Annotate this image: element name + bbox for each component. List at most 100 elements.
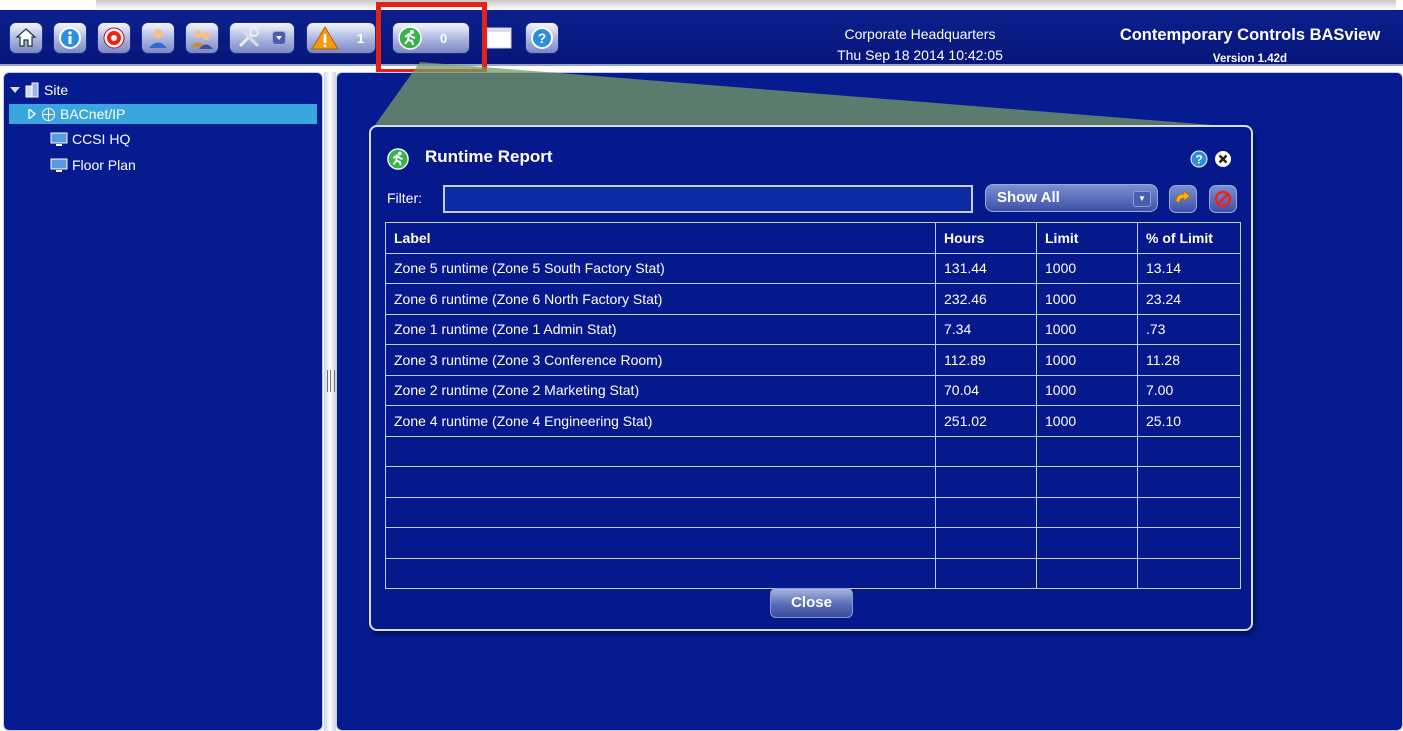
table-row[interactable] xyxy=(385,527,1241,559)
column-header-limit[interactable]: Limit xyxy=(1036,222,1138,254)
expand-down-icon xyxy=(10,87,20,93)
info-button[interactable] xyxy=(53,22,87,54)
tree-label: BACnet/IP xyxy=(60,106,126,122)
percent-cell: 25.10 xyxy=(1137,405,1241,437)
user-icon xyxy=(149,29,167,48)
select-value: Show All xyxy=(997,189,1060,206)
svg-text:?: ? xyxy=(1195,153,1202,167)
alarm-count: 1 xyxy=(357,30,365,46)
table-row[interactable]: Zone 5 runtime (Zone 5 South Factory Sta… xyxy=(385,252,1241,284)
users-icon xyxy=(191,30,213,49)
top-shadow xyxy=(96,0,1396,10)
filter-input[interactable] xyxy=(443,185,973,213)
percent-cell xyxy=(1137,435,1241,467)
table-row[interactable] xyxy=(385,496,1241,528)
close-button[interactable]: Close xyxy=(770,588,853,618)
tree-item-floor-plan[interactable]: Floor Plan xyxy=(50,155,136,175)
percent-cell: 7.00 xyxy=(1137,374,1241,406)
table-row[interactable] xyxy=(385,466,1241,498)
monitor-icon xyxy=(50,132,68,146)
table-row[interactable]: Zone 2 runtime (Zone 2 Marketing Stat) 70… xyxy=(385,374,1241,406)
hours-cell xyxy=(935,557,1037,589)
column-header-hours[interactable]: Hours xyxy=(935,222,1037,254)
network-icon xyxy=(41,107,56,121)
hours-cell: 70.04 xyxy=(935,374,1037,406)
percent-cell: .73 xyxy=(1137,313,1241,345)
label-cell: Zone 6 runtime (Zone 6 North Factory Sta… xyxy=(385,283,936,315)
column-header-percent[interactable]: % of Limit xyxy=(1137,222,1241,254)
hours-cell: 232.46 xyxy=(935,283,1037,315)
expand-right-icon xyxy=(28,109,37,119)
limit-cell: 1000 xyxy=(1036,374,1138,406)
label-cell xyxy=(385,496,936,528)
toolbar: 1 0 ? Corporate Headquarters Thu Sep 18 … xyxy=(0,10,1403,66)
window-button[interactable] xyxy=(482,22,516,54)
refresh-button[interactable] xyxy=(1169,185,1197,213)
panel-splitter[interactable] xyxy=(324,72,336,731)
site-tree-panel: Site BACnet/IP CCSI HQ Floor Plan xyxy=(3,72,323,731)
splitter-grip[interactable] xyxy=(327,370,335,392)
highlight-box xyxy=(376,2,487,74)
window-icon xyxy=(486,27,512,49)
percent-cell xyxy=(1137,557,1241,589)
clear-button[interactable] xyxy=(1209,185,1237,213)
hours-cell: 131.44 xyxy=(935,252,1037,284)
column-header-label[interactable]: Label xyxy=(385,222,936,254)
version: Version 1.42d xyxy=(1212,53,1288,65)
hours-cell: 112.89 xyxy=(935,344,1037,376)
limit-cell: 1000 xyxy=(1036,283,1138,315)
tools-icon xyxy=(238,27,260,48)
close-icon[interactable] xyxy=(1214,150,1232,168)
table-header-row: Label Hours Limit % of Limit xyxy=(385,222,1241,254)
table-row[interactable] xyxy=(385,557,1241,589)
label-cell: Zone 5 runtime (Zone 5 South Factory Sta… xyxy=(385,252,936,284)
label-cell xyxy=(385,557,936,589)
percent-cell: 23.24 xyxy=(1137,283,1241,315)
filter-label: Filter: xyxy=(387,190,422,206)
tree-item-ccsi-hq[interactable]: CCSI HQ xyxy=(50,129,130,149)
chevron-down-icon[interactable]: ▼ xyxy=(1133,191,1151,207)
limit-cell xyxy=(1036,466,1138,498)
users-button[interactable] xyxy=(185,22,219,54)
label-cell: Zone 3 runtime (Zone 3 Conference Room) xyxy=(385,344,936,376)
label-cell: Zone 2 runtime (Zone 2 Marketing Stat) xyxy=(385,374,936,406)
percent-cell: 13.14 xyxy=(1137,252,1241,284)
brand: Contemporary Controls BASview Version 1.… xyxy=(1100,26,1400,65)
tools-button[interactable] xyxy=(229,22,295,54)
percent-cell: 11.28 xyxy=(1137,344,1241,376)
tree-item-bacnet[interactable]: BACnet/IP xyxy=(9,104,317,124)
tree-item-site[interactable]: Site xyxy=(10,80,68,100)
alarms-button[interactable]: 1 xyxy=(306,22,376,54)
table-row[interactable] xyxy=(385,435,1241,467)
table-row[interactable]: Zone 1 runtime (Zone 1 Admin Stat) 7.34 10… xyxy=(385,313,1241,345)
table-row[interactable]: Zone 4 runtime (Zone 4 Engineering Stat)… xyxy=(385,405,1241,437)
alarm-button[interactable] xyxy=(97,22,131,54)
table-row[interactable]: Zone 3 runtime (Zone 3 Conference Room) 1… xyxy=(385,344,1241,376)
refresh-icon xyxy=(1175,191,1191,204)
hours-cell xyxy=(935,496,1037,528)
hours-cell xyxy=(935,466,1037,498)
limit-cell: 1000 xyxy=(1036,252,1138,284)
percent-cell xyxy=(1137,496,1241,528)
label-cell xyxy=(385,466,936,498)
percent-cell xyxy=(1137,466,1241,498)
limit-cell: 1000 xyxy=(1036,344,1138,376)
help-button[interactable]: ? xyxy=(525,22,559,54)
alarm-icon xyxy=(103,27,125,49)
chevron-down-icon xyxy=(272,31,286,45)
warning-icon xyxy=(311,26,339,50)
hours-cell: 7.34 xyxy=(935,313,1037,345)
home-button[interactable] xyxy=(9,22,43,54)
site-icon xyxy=(25,82,39,98)
show-filter-select[interactable]: Show All ▼ xyxy=(985,184,1158,212)
user-button[interactable] xyxy=(141,22,175,54)
datetime: Thu Sep 18 2014 10:42:05 xyxy=(837,47,1003,63)
label-cell xyxy=(385,527,936,559)
help-icon[interactable]: ? xyxy=(1190,150,1208,168)
percent-cell xyxy=(1137,527,1241,559)
table-row[interactable]: Zone 6 runtime (Zone 6 North Factory Sta… xyxy=(385,283,1241,315)
runtime-table: Label Hours Limit % of Limit Zone 5 runt… xyxy=(385,222,1241,589)
limit-cell: 1000 xyxy=(1036,405,1138,437)
limit-cell xyxy=(1036,435,1138,467)
hours-cell: 251.02 xyxy=(935,405,1037,437)
